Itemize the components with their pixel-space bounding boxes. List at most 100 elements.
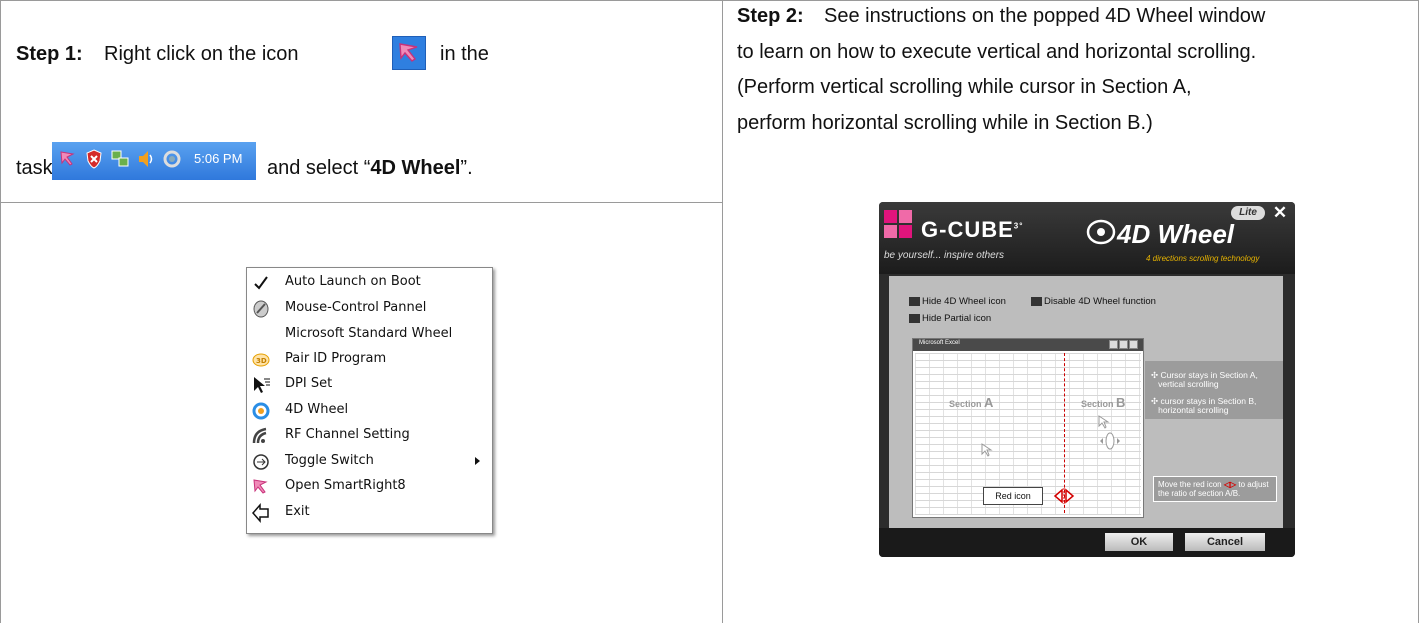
table-border-left: [0, 0, 1, 623]
horizontal-scroll-cursor-icon: [1098, 415, 1120, 450]
4d-wheel-icon: [252, 402, 270, 420]
checkbox-box: [909, 313, 920, 323]
smartright-tray-icon[interactable]: [392, 36, 426, 70]
checkbox-box: [909, 296, 920, 306]
disable-function-checkbox[interactable]: Disable 4D Wheel function: [1031, 296, 1156, 307]
4d-wheel-highlight: 4D Wheel: [370, 157, 461, 179]
red-handle-mini-icon: ◁▷: [1223, 480, 1237, 489]
section-word: Section: [1081, 399, 1114, 409]
excel-title: Microsoft Excel: [919, 340, 960, 346]
menu-item-ms-standard-wheel[interactable]: Microsoft Standard Wheel: [247, 322, 492, 347]
menu-item-label: Open SmartRight8: [285, 478, 406, 493]
ok-button[interactable]: OK: [1105, 533, 1173, 551]
menu-item-label: DPI Set: [285, 376, 333, 391]
red-icon-callout: Red icon: [983, 487, 1043, 505]
step2-label: Step 2:: [737, 5, 804, 27]
smartright-icon: [253, 479, 268, 494]
logo-square: [884, 210, 897, 223]
section-word: Section: [949, 399, 982, 409]
window-body: Hide 4D Wheel icon Disable 4D Wheel func…: [889, 276, 1283, 528]
note-section-b: ✣ cursor stays in Section B, horizontal …: [1151, 396, 1257, 415]
section-a-letter: A: [984, 395, 994, 410]
product-tagline: 4 directions scrolling technology: [1146, 254, 1260, 263]
rf-signal-icon: [252, 427, 267, 444]
checkbox-box: [1031, 296, 1042, 306]
step2-line3: (Perform vertical scrolling while cursor…: [737, 76, 1192, 98]
table-border-right: [1418, 0, 1419, 623]
menu-item-mouse-control[interactable]: Mouse-Control Pannel: [247, 296, 492, 321]
step1-label: Step 1:: [16, 43, 83, 65]
red-divider-handle-icon[interactable]: [1053, 488, 1075, 504]
note-a2: vertical scrolling: [1158, 379, 1219, 389]
section-b-letter: B: [1116, 395, 1126, 410]
table-border-top: [0, 0, 1419, 1]
minimize-icon: [1109, 340, 1118, 349]
dpi-cursor-icon: [254, 377, 270, 393]
menu-item-label: Mouse-Control Pannel: [285, 300, 427, 315]
network-computers-icon[interactable]: [110, 148, 130, 170]
menu-item-label: 4D Wheel: [285, 402, 349, 417]
tip-text-3: the ratio of section A/B.: [1158, 489, 1241, 498]
select-text-end: ”.: [460, 157, 473, 179]
4d-wheel-tray-icon[interactable]: [162, 148, 182, 170]
hide-icon-checkbox[interactable]: Hide 4D Wheel icon: [909, 296, 1006, 307]
note-b2: horizontal scrolling: [1158, 405, 1229, 415]
step1-instruction-b: in the: [440, 43, 489, 65]
menu-item-dpi-set[interactable]: DPI Set: [247, 372, 492, 397]
volume-speaker-icon[interactable]: [136, 148, 156, 170]
svg-text:3D: 3D: [256, 357, 267, 365]
checkmark-icon: [254, 276, 268, 290]
4d-wheel-window: G-CUBE3° be yourself... inspire others 4…: [879, 202, 1295, 557]
menu-item-rf-channel[interactable]: RF Channel Setting: [247, 423, 492, 448]
step2-line4: perform horizontal scrolling while in Se…: [737, 112, 1153, 134]
menu-item-label: Toggle Switch: [285, 453, 374, 468]
menu-item-4d-wheel[interactable]: 4D Wheel: [247, 398, 492, 423]
menu-item-label: Auto Launch on Boot: [285, 274, 421, 289]
step2-line2: to learn on how to execute vertical and …: [737, 41, 1257, 63]
adjust-ratio-tip: Move the red icon ◁▷ to adjust the ratio…: [1153, 476, 1277, 502]
menu-item-label: Microsoft Standard Wheel: [285, 326, 453, 341]
brand-sup: 3°: [1013, 221, 1024, 231]
table-row-divider: [0, 202, 723, 203]
cursor-arrow-icon: [981, 443, 993, 457]
cancel-button[interactable]: Cancel: [1185, 533, 1265, 551]
4d-wheel-logo-icon: [1086, 219, 1116, 245]
close-icon[interactable]: ✕: [1271, 204, 1289, 222]
select-text: and select “: [267, 157, 371, 179]
windows-taskbar-tray: 5:06 PM: [52, 142, 256, 180]
window-header: G-CUBE3° be yourself... inspire others 4…: [879, 202, 1295, 274]
tray-context-menu: Auto Launch on Boot Mouse-Control Pannel…: [246, 267, 493, 534]
checkbox-label: Hide Partial icon: [922, 313, 992, 324]
brand-text: G-CUBE: [921, 217, 1014, 242]
submenu-arrow-icon: [475, 457, 480, 465]
exit-icon: [252, 503, 269, 523]
section-a-label: Section A: [949, 395, 993, 410]
excel-preview: Microsoft Excel Section A Section B Red …: [912, 338, 1144, 518]
table-column-divider: [722, 0, 723, 623]
checkbox-label: Disable 4D Wheel function: [1044, 296, 1156, 307]
menu-item-label: Pair ID Program: [285, 351, 387, 366]
scrolling-instructions: ✣ Cursor stays in Section A, vertical sc…: [1145, 361, 1283, 419]
hide-partial-checkbox[interactable]: Hide Partial icon: [909, 313, 991, 324]
checkbox-label: Hide 4D Wheel icon: [922, 296, 1006, 307]
maximize-icon: [1119, 340, 1128, 349]
menu-item-pair-id[interactable]: 3D Pair ID Program: [247, 347, 492, 372]
tip-text-2: to adjust: [1238, 480, 1269, 489]
menu-item-exit[interactable]: Exit: [247, 500, 492, 525]
menu-item-open-smartright[interactable]: Open SmartRight8: [247, 474, 492, 499]
excel-titlebar: Microsoft Excel: [913, 339, 1143, 351]
note-section-a: ✣ Cursor stays in Section A, vertical sc…: [1151, 370, 1258, 389]
logo-square: [899, 225, 912, 238]
smartright-taskbar-icon[interactable]: [58, 148, 78, 170]
close-icon: [1129, 340, 1138, 349]
step1-instruction-d: and select “4D Wheel”.: [267, 156, 473, 180]
step1-instruction-a: Right click on the icon: [104, 43, 299, 65]
brand-name: G-CUBE3°: [921, 217, 1023, 243]
taskbar-clock: 5:06 PM: [194, 151, 243, 166]
lite-badge: Lite: [1231, 206, 1265, 220]
security-shield-icon[interactable]: [84, 148, 104, 170]
tip-text-1: Move the red icon: [1158, 480, 1222, 489]
menu-item-toggle-switch[interactable]: Toggle Switch: [247, 449, 492, 474]
menu-item-auto-launch[interactable]: Auto Launch on Boot: [247, 270, 492, 295]
mouse-control-icon: [253, 300, 269, 318]
